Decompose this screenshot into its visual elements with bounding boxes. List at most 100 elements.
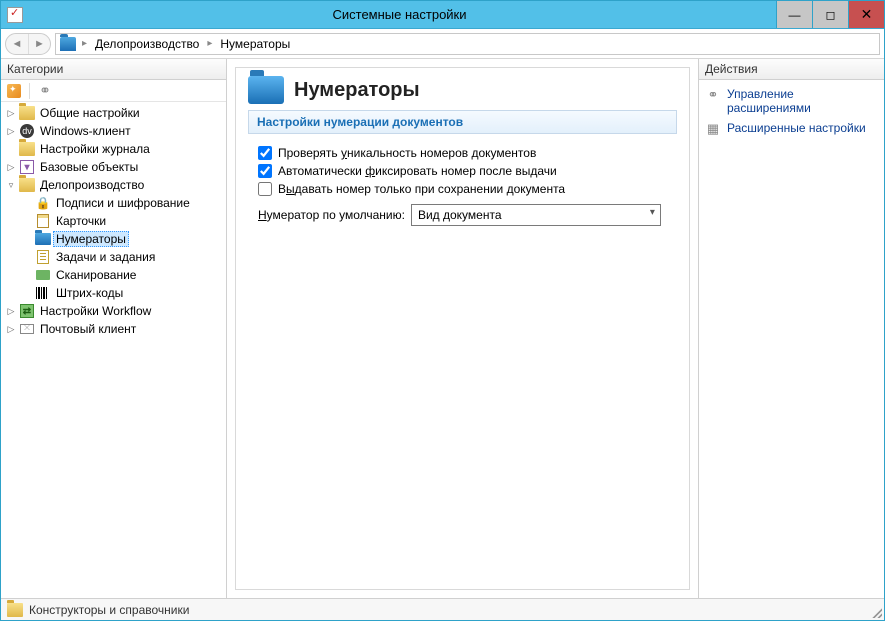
section-header: Настройки нумерации документов xyxy=(248,110,677,134)
chevron-right-icon: ▸ xyxy=(80,38,89,49)
tree-node-scanning[interactable]: ▷ Сканирование xyxy=(1,266,226,284)
window-title: Системные настройки xyxy=(23,7,776,22)
close-button[interactable]: ✕ xyxy=(848,1,884,28)
titlebar: Системные настройки — ◻ ✕ xyxy=(1,1,884,29)
nav-arrows: ◄ ► xyxy=(5,33,51,55)
tree-label: Настройки Workflow xyxy=(37,303,154,319)
tree-node-cards[interactable]: ▷ Карточки xyxy=(1,212,226,230)
check-autofix-row: Автоматически фиксировать номер после вы… xyxy=(258,164,677,178)
scan-icon xyxy=(35,267,51,283)
new-item-button[interactable] xyxy=(5,82,23,100)
action-manage-extensions[interactable]: ⚭ Управление расширениями xyxy=(705,84,878,118)
app-icon xyxy=(7,7,23,23)
action-label: Управление расширениями xyxy=(727,87,878,115)
expand-toggle[interactable]: ▷ xyxy=(5,107,17,119)
page-title: Нумераторы xyxy=(294,79,420,102)
tree-label: Штрих-коды xyxy=(53,285,126,301)
tree-node-deloproc[interactable]: ▿ Делопроизводство xyxy=(1,176,226,194)
check-autofix-checkbox[interactable] xyxy=(258,164,272,178)
default-numerator-row: Нумератор по умолчанию: xyxy=(258,204,677,226)
right-panel: Действия ⚭ Управление расширениями ▦ Рас… xyxy=(698,59,884,598)
check-onsave-checkbox[interactable] xyxy=(258,182,272,196)
tree-node-numerators[interactable]: ▷ Нумераторы xyxy=(1,230,226,248)
tree-label: Базовые объекты xyxy=(37,159,141,175)
page-title-row: Нумераторы xyxy=(248,76,677,104)
statusbar: Конструкторы и справочники xyxy=(1,598,884,620)
tree-node-general[interactable]: ▷ Общие настройки xyxy=(1,104,226,122)
lock-icon: 🔒 xyxy=(35,195,51,211)
maximize-button[interactable]: ◻ xyxy=(812,1,848,28)
folder-icon xyxy=(7,603,23,617)
nav-back-button[interactable]: ◄ xyxy=(6,34,28,54)
tree-label: Делопроизводство xyxy=(37,177,147,193)
tree-label: Настройки журнала xyxy=(37,141,153,157)
mail-icon xyxy=(19,321,35,337)
nav-forward-button[interactable]: ► xyxy=(28,34,50,54)
status-text: Конструкторы и справочники xyxy=(29,603,189,617)
tree-node-workflow[interactable]: ▷ ⇄ Настройки Workflow xyxy=(1,302,226,320)
action-advanced-settings[interactable]: ▦ Расширенные настройки xyxy=(705,118,878,140)
tree-label: Подписи и шифрование xyxy=(53,195,193,211)
tree-label: Карточки xyxy=(53,213,109,229)
action-label: Расширенные настройки xyxy=(727,121,878,135)
chevron-right-icon: ▸ xyxy=(205,38,214,49)
extension-icon: ⚭ xyxy=(705,87,721,103)
tree-label: Общие настройки xyxy=(37,105,143,121)
tree-node-journal[interactable]: ▷ Настройки журнала xyxy=(1,140,226,158)
actions-list: ⚭ Управление расширениями ▦ Расширенные … xyxy=(699,80,884,144)
folder-icon xyxy=(19,141,35,157)
main-panel: Нумераторы Настройки нумерации документо… xyxy=(227,59,698,598)
check-autofix-label: Автоматически фиксировать номер после вы… xyxy=(278,164,557,178)
object-icon: ▾ xyxy=(19,159,35,175)
tree-label: Windows-клиент xyxy=(37,123,134,139)
breadcrumb[interactable]: ▸ Делопроизводство ▸ Нумераторы xyxy=(55,33,880,55)
default-numerator-label: Нумератор по умолчанию: xyxy=(258,208,405,222)
app-icon: dv xyxy=(19,123,35,139)
folder-icon xyxy=(60,37,76,51)
resize-grip[interactable] xyxy=(870,606,882,618)
card-icon xyxy=(35,213,51,229)
check-unique-label: Проверять уникальность номеров документо… xyxy=(278,146,536,160)
check-unique-row: Проверять уникальность номеров документо… xyxy=(258,146,677,160)
link-view-button[interactable]: ⚭ xyxy=(36,82,54,100)
check-onsave-label: Выдавать номер только при сохранении док… xyxy=(278,182,565,196)
tree-node-winclient[interactable]: ▷ dv Windows-клиент xyxy=(1,122,226,140)
collapse-toggle[interactable]: ▿ xyxy=(5,179,17,191)
left-toolbar: ⚭ xyxy=(1,80,226,102)
expand-toggle[interactable]: ▷ xyxy=(5,305,17,317)
default-numerator-combo[interactable] xyxy=(411,204,661,226)
tree-node-signing[interactable]: ▷ 🔒 Подписи и шифрование xyxy=(1,194,226,212)
category-tree[interactable]: ▷ Общие настройки ▷ dv Windows-клиент ▷ … xyxy=(1,102,226,598)
left-panel-header: Категории xyxy=(1,59,226,80)
task-icon xyxy=(35,249,51,265)
content: Категории ⚭ ▷ Общие настройки ▷ dv Windo… xyxy=(1,59,884,598)
window-buttons: — ◻ ✕ xyxy=(776,1,884,28)
check-onsave-row: Выдавать номер только при сохранении док… xyxy=(258,182,677,196)
right-panel-header: Действия xyxy=(699,59,884,80)
minimize-button[interactable]: — xyxy=(776,1,812,28)
tree-label: Почтовый клиент xyxy=(37,321,139,337)
tree-label: Нумераторы xyxy=(53,231,129,247)
expand-toggle[interactable]: ▷ xyxy=(5,125,17,137)
tree-node-mail[interactable]: ▷ Почтовый клиент xyxy=(1,320,226,338)
barcode-icon xyxy=(35,285,51,301)
tree-node-baseobj[interactable]: ▷ ▾ Базовые объекты xyxy=(1,158,226,176)
folder-icon xyxy=(19,177,35,193)
page-content: Нумераторы Настройки нумерации документо… xyxy=(235,67,690,590)
breadcrumb-item[interactable]: Нумераторы xyxy=(218,37,292,51)
expand-toggle[interactable]: ▷ xyxy=(5,323,17,335)
folder-icon xyxy=(19,105,35,121)
folder-blue-icon xyxy=(35,231,51,247)
tree-label: Сканирование xyxy=(53,267,139,283)
expand-toggle[interactable]: ▷ xyxy=(5,161,17,173)
tree-node-barcodes[interactable]: ▷ Штрих-коды xyxy=(1,284,226,302)
check-unique-checkbox[interactable] xyxy=(258,146,272,160)
default-numerator-combo-wrap xyxy=(411,204,661,226)
tree-label: Задачи и задания xyxy=(53,249,158,265)
left-panel: Категории ⚭ ▷ Общие настройки ▷ dv Windo… xyxy=(1,59,227,598)
tree-node-tasks[interactable]: ▷ Задачи и задания xyxy=(1,248,226,266)
numerator-icon xyxy=(248,76,284,104)
settings-icon: ▦ xyxy=(705,121,721,137)
workflow-icon: ⇄ xyxy=(19,303,35,319)
breadcrumb-item[interactable]: Делопроизводство xyxy=(93,37,201,51)
